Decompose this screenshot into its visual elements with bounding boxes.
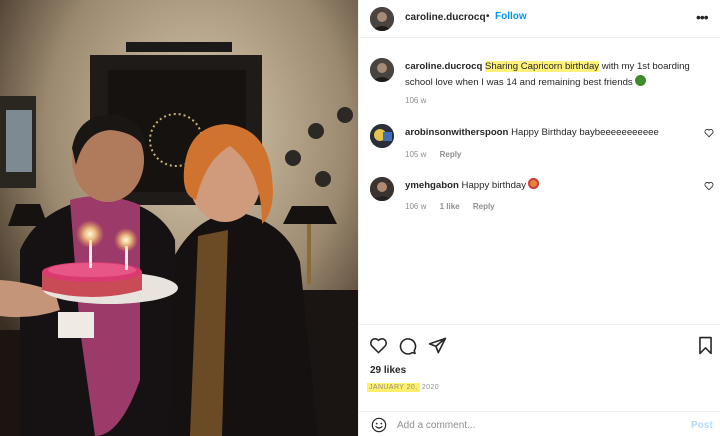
comment-meta: 106 w 1 like Reply [405,202,506,211]
reply-button[interactable]: Reply [440,150,462,159]
comment-age[interactable]: 106 w [405,202,426,211]
post-header: caroline.ducrocq • Follow ••• [359,0,720,38]
action-bar: 29 likes JANUARY 20, 2020 Post [359,324,720,434]
post-date-highlight: JANUARY 20, [367,383,420,392]
post-details-pane: caroline.ducrocq • Follow ••• caroline.d… [358,0,720,436]
post-photo[interactable] [0,0,358,436]
emoji-smile-icon[interactable] [371,417,387,433]
caption-username[interactable]: caroline.ducrocq [405,61,482,72]
bookmark-icon[interactable] [696,336,715,355]
comment-username[interactable]: arobinsonwitherspoon [405,127,508,138]
avatar[interactable] [370,58,394,82]
follow-button[interactable]: Follow [495,11,527,22]
comment-icon[interactable] [398,336,417,355]
comment-text: ymehgabon Happy birthday [405,178,705,194]
header-username[interactable]: caroline.ducrocq [405,12,486,23]
more-horizontal-icon[interactable]: ••• [696,9,709,25]
avatar[interactable] [370,7,394,31]
comment-text: arobinsonwitherspoon Happy Birthday bayb… [405,125,705,141]
reply-button[interactable]: Reply [473,202,495,211]
share-icon[interactable] [428,336,447,355]
comment-age[interactable]: 105 w [405,150,426,159]
avatar[interactable] [370,124,394,148]
add-comment-bar: Post [359,411,720,436]
like-comment-heart-icon[interactable] [704,181,714,191]
caption-meta: 106 w [405,96,437,105]
comment-likes[interactable]: 1 like [440,202,460,211]
comment-input[interactable] [397,417,677,433]
comment-body: Happy Birthday baybeeeeeeeeeee [511,127,659,138]
likes-count[interactable]: 29 likes [370,365,406,376]
caption-age[interactable]: 106 w [405,96,426,105]
party-emoji-icon [528,178,540,189]
comment-username[interactable]: ymehgabon [405,180,459,191]
like-comment-heart-icon[interactable] [704,128,714,138]
comment-body: Happy birthday [461,180,527,191]
post-date: JANUARY 20, 2020 [367,383,440,392]
emoji-icon [634,75,646,86]
caption-highlight: Sharing Capricorn birthday [484,61,600,72]
header-separator: • [486,11,490,22]
comment-meta: 105 w Reply [405,150,472,159]
birthday-photo [0,0,358,436]
post-button[interactable]: Post [691,420,713,431]
heart-icon[interactable] [369,336,388,355]
avatar[interactable] [370,177,394,201]
caption-text: caroline.ducrocq Sharing Capricorn birth… [405,59,705,91]
post-date-year: 2020 [419,384,440,391]
